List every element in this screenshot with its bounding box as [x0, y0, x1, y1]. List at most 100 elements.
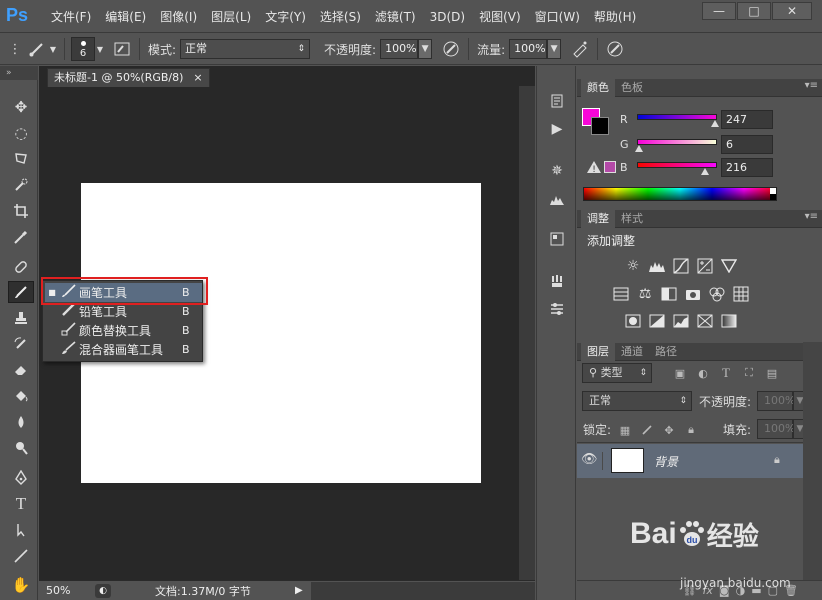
color-lookup-icon[interactable] — [731, 285, 751, 303]
slider-g[interactable]: G 6 — [577, 135, 822, 157]
quick-selection-tool-icon[interactable] — [8, 174, 34, 196]
photo-filter-icon[interactable] — [683, 285, 703, 303]
type-tool-icon[interactable]: T — [8, 493, 34, 515]
channel-mixer-icon[interactable] — [707, 285, 727, 303]
actions-panel-icon[interactable]: ▶ — [545, 118, 569, 140]
history-panel-icon[interactable] — [545, 90, 569, 112]
brush-tool-icon[interactable] — [8, 281, 34, 303]
toolbar-header[interactable]: » — [0, 66, 38, 80]
layer-name[interactable]: 背景 — [654, 453, 678, 470]
eyedropper-tool-icon[interactable] — [8, 226, 34, 248]
flow-dropdown-icon[interactable]: ▼ — [547, 39, 562, 59]
vertical-scrollbar[interactable] — [519, 86, 535, 580]
threshold-icon[interactable] — [671, 312, 691, 330]
info-panel-icon[interactable] — [545, 228, 569, 250]
brush-preset-icon[interactable] — [26, 38, 48, 60]
pen-tool-icon[interactable] — [8, 467, 34, 489]
blend-mode-select[interactable]: 正常 ⇕ — [582, 391, 692, 411]
lock-image-icon[interactable] — [639, 422, 655, 438]
dodge-tool-icon[interactable] — [8, 437, 34, 459]
b-slider-handle[interactable] — [701, 168, 709, 175]
brush-panel-icon[interactable] — [545, 298, 569, 320]
mode-select[interactable]: 正常 ⇕ — [180, 39, 311, 59]
horizontal-scrollbar[interactable] — [310, 581, 535, 600]
black-swatch[interactable] — [770, 194, 776, 200]
exposure-icon[interactable] — [695, 257, 715, 275]
flyout-item-mixer-brush[interactable]: 混合器画笔工具 B — [45, 340, 202, 359]
brush-panel-toggle-icon[interactable] — [111, 38, 133, 60]
histogram-panel-icon[interactable] — [545, 188, 569, 210]
r-slider-track[interactable] — [637, 114, 717, 120]
move-tool-icon[interactable]: ✥ — [8, 96, 34, 118]
tab-color[interactable]: 颜色 — [581, 79, 615, 97]
opacity-field[interactable]: 100% — [380, 39, 419, 59]
tab-adjustments[interactable]: 调整 — [581, 210, 615, 228]
brightness-contrast-icon[interactable]: ☼ — [623, 257, 643, 275]
eraser-tool-icon[interactable] — [8, 359, 34, 381]
brush-preset-dropdown-icon[interactable]: ▼ — [48, 38, 58, 60]
status-menu-arrow-icon[interactable]: ▶ — [295, 585, 303, 596]
visibility-eye-icon[interactable]: 👁︎ — [581, 452, 603, 470]
fill-field[interactable]: 100% — [757, 419, 795, 439]
curves-icon[interactable] — [671, 257, 691, 275]
clone-stamp-tool-icon[interactable] — [8, 307, 34, 329]
filter-pixel-icon[interactable]: ▣ — [672, 365, 688, 381]
layer-opacity-field[interactable]: 100% — [757, 391, 795, 411]
blur-tool-icon[interactable] — [8, 411, 34, 433]
g-slider-handle[interactable] — [634, 145, 643, 152]
black-white-icon[interactable] — [659, 285, 679, 303]
b-value-field[interactable]: 216 — [721, 158, 773, 177]
levels-icon[interactable] — [647, 257, 667, 275]
size-dropdown-icon[interactable]: ▼ — [95, 38, 105, 60]
selective-color-icon[interactable] — [695, 312, 715, 330]
filter-adjustment-icon[interactable]: ◐ — [695, 365, 711, 381]
crop-tool-icon[interactable] — [8, 200, 34, 222]
color-balance-icon[interactable]: ⚖ — [635, 285, 655, 303]
share-icon[interactable]: ◐ — [95, 583, 111, 598]
lock-all-icon[interactable]: 🔒︎ — [683, 422, 699, 438]
flow-field[interactable]: 100% — [509, 39, 548, 59]
lock-transparent-icon[interactable]: ▦ — [617, 422, 633, 438]
menu-help[interactable]: 帮助(H) — [587, 8, 643, 25]
posterize-icon[interactable] — [647, 312, 667, 330]
menu-edit[interactable]: 编辑(E) — [98, 8, 153, 25]
slider-b[interactable]: B 216 — [577, 158, 822, 180]
r-value-field[interactable]: 247 — [721, 110, 773, 129]
paint-bucket-tool-icon[interactable] — [8, 385, 34, 407]
tab-styles[interactable]: 样式 — [615, 210, 649, 228]
lock-position-icon[interactable]: ✥ — [661, 422, 677, 438]
tab-swatches[interactable]: 色板 — [615, 79, 649, 97]
line-tool-icon[interactable] — [8, 545, 34, 567]
vibrance-icon[interactable] — [719, 257, 739, 275]
navigator-panel-icon[interactable]: ✵ — [545, 160, 569, 182]
healing-brush-tool-icon[interactable] — [8, 256, 34, 278]
hue-saturation-icon[interactable] — [611, 285, 631, 303]
opacity-dropdown-icon[interactable]: ▼ — [418, 39, 433, 59]
tab-layers[interactable]: 图层 — [581, 343, 615, 361]
tab-paths[interactable]: 路径 — [649, 343, 683, 361]
menu-image[interactable]: 图像(I) — [153, 8, 204, 25]
brush-size-picker[interactable]: 6 — [71, 37, 95, 61]
flyout-item-color-replacement[interactable]: 颜色替换工具 B — [45, 321, 202, 340]
r-slider-handle[interactable] — [710, 120, 719, 127]
filter-type-icon[interactable]: T — [718, 365, 734, 381]
marquee-tool-icon[interactable]: ◌ — [8, 122, 34, 144]
gradient-map-icon[interactable] — [719, 312, 739, 330]
menu-window[interactable]: 窗口(W) — [528, 8, 587, 25]
menu-type[interactable]: 文字(Y) — [258, 8, 313, 25]
menu-layer[interactable]: 图层(L) — [204, 8, 258, 25]
history-brush-tool-icon[interactable] — [8, 333, 34, 355]
slider-r[interactable]: R 247 — [577, 110, 822, 132]
airbrush-icon[interactable] — [569, 38, 591, 60]
tab-close-icon[interactable]: × — [193, 69, 202, 87]
close-button[interactable]: ✕ — [772, 2, 812, 20]
maximize-button[interactable]: □ — [737, 2, 771, 20]
menu-view[interactable]: 视图(V) — [472, 8, 528, 25]
invert-icon[interactable] — [623, 312, 643, 330]
menu-file[interactable]: 文件(F) — [44, 8, 98, 25]
g-value-field[interactable]: 6 — [721, 135, 773, 154]
layer-row[interactable]: 👁︎ 背景 🔒︎ — [577, 444, 803, 478]
panel-menu-icon[interactable]: ▾≡ — [805, 80, 818, 91]
document-tab[interactable]: 未标题-1 @ 50%(RGB/8) × — [47, 68, 210, 87]
color-ramp[interactable] — [583, 187, 777, 201]
